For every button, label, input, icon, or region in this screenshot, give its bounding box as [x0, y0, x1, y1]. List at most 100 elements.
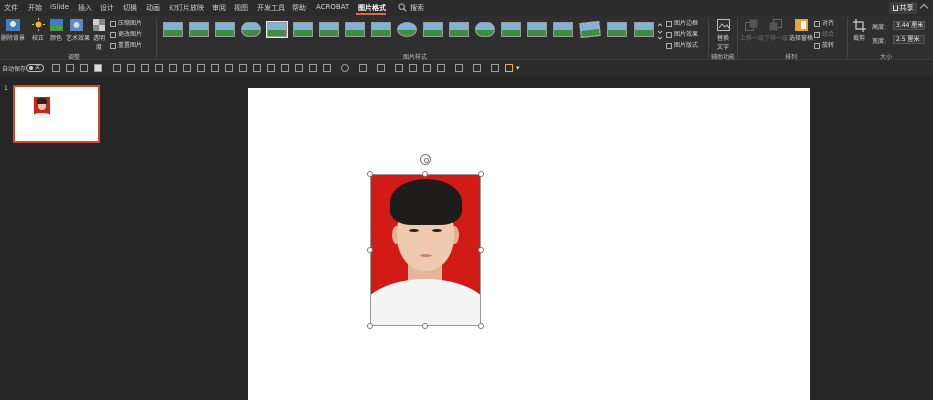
tab-help[interactable]: 帮助	[292, 3, 306, 13]
tab-insert[interactable]: 插入	[78, 3, 92, 13]
qat-tool-9-icon[interactable]	[225, 64, 233, 72]
rotate-button[interactable]: 旋转	[814, 40, 834, 49]
change-picture-button[interactable]: 更改图片	[110, 29, 142, 38]
width-input[interactable]: 2.5 厘米	[893, 35, 925, 44]
slide-thumbnail[interactable]	[13, 85, 100, 143]
tab-home[interactable]: 开始	[28, 3, 42, 13]
align-button[interactable]: 对齐	[814, 18, 834, 27]
crop-button[interactable]: 裁剪	[853, 33, 865, 42]
qat-tool-4-icon[interactable]	[155, 64, 163, 72]
tab-animations[interactable]: 动画	[146, 3, 160, 13]
picture-style-3[interactable]	[215, 22, 235, 37]
picture-style-9[interactable]	[371, 22, 391, 37]
qat-tool-25-icon[interactable]	[473, 64, 481, 72]
resize-handle-top[interactable]	[422, 171, 428, 177]
picture-style-13[interactable]	[475, 22, 495, 37]
picture-layout-button[interactable]: 图片版式	[666, 40, 698, 49]
tab-design[interactable]: 设计	[100, 3, 114, 13]
qat-tool-21-icon[interactable]	[409, 64, 417, 72]
picture-style-8[interactable]	[345, 22, 365, 37]
tab-transitions[interactable]: 切换	[123, 3, 137, 13]
qat-tool-11-icon[interactable]	[253, 64, 261, 72]
autosave-toggle[interactable]: 关	[26, 64, 44, 72]
picture-border-button[interactable]: 图片边框	[666, 18, 698, 27]
tab-picture-format[interactable]: 图片格式	[358, 3, 386, 13]
picture-style-12[interactable]	[449, 22, 469, 37]
compress-pictures-button[interactable]: 压缩图片	[110, 18, 142, 27]
resize-handle-bottom-left[interactable]	[367, 323, 373, 329]
resize-handle-top-left[interactable]	[367, 171, 373, 177]
search-icon[interactable]	[398, 3, 407, 12]
qat-tool-27-icon[interactable]	[505, 64, 513, 72]
transparency-button[interactable]: 透明度	[92, 33, 106, 51]
slide[interactable]	[248, 88, 810, 400]
group-button[interactable]: 组合	[814, 29, 834, 38]
resize-handle-bottom[interactable]	[422, 323, 428, 329]
qat-tool-20-icon[interactable]	[395, 64, 403, 72]
portrait-photo[interactable]	[370, 174, 481, 326]
alt-text-button[interactable]: 替换文字	[716, 33, 730, 51]
picture-style-18[interactable]	[607, 22, 627, 37]
height-input[interactable]: 3.44 厘米	[893, 21, 925, 30]
rotate-handle[interactable]	[420, 154, 431, 165]
bring-forward-button[interactable]: 上移一层	[740, 33, 764, 42]
remove-background-button[interactable]: 删除背景	[1, 33, 25, 42]
picture-style-2[interactable]	[189, 22, 209, 37]
corrections-icon[interactable]	[32, 18, 45, 31]
qat-tool-13-icon[interactable]	[281, 64, 289, 72]
picture-style-14[interactable]	[501, 22, 521, 37]
qat-tool-8-icon[interactable]	[211, 64, 219, 72]
picture-style-16[interactable]	[553, 22, 573, 37]
picture-style-17[interactable]	[579, 20, 601, 39]
picture-style-11[interactable]	[423, 22, 443, 37]
remove-background-icon[interactable]	[6, 19, 20, 31]
gallery-scroll-icon[interactable]	[657, 22, 663, 40]
tab-developer[interactable]: 开发工具	[257, 3, 285, 13]
picture-style-5[interactable]	[266, 21, 288, 38]
tab-file[interactable]: 文件	[4, 3, 18, 13]
qat-tool-6-icon[interactable]	[183, 64, 191, 72]
resize-handle-bottom-right[interactable]	[478, 323, 484, 329]
picture-effects-button[interactable]: 图片效果	[666, 29, 698, 38]
send-backward-button[interactable]: 下移一层	[764, 33, 788, 42]
tab-slideshow[interactable]: 幻灯片放映	[169, 3, 204, 13]
tab-acrobat[interactable]: ACROBAT	[316, 3, 349, 11]
picture-style-15[interactable]	[527, 22, 547, 37]
picture-style-6[interactable]	[293, 22, 313, 37]
present-icon[interactable]	[94, 64, 102, 72]
qat-tool-10-icon[interactable]	[239, 64, 247, 72]
resize-handle-left[interactable]	[367, 247, 373, 253]
qat-tool-22-icon[interactable]	[423, 64, 431, 72]
qat-tool-15-icon[interactable]	[309, 64, 317, 72]
collapse-ribbon-icon[interactable]	[919, 3, 929, 13]
qat-tool-18-icon[interactable]	[359, 64, 367, 72]
picture-style-7[interactable]	[319, 22, 339, 37]
tab-islide[interactable]: iSlide	[50, 3, 69, 11]
color-button[interactable]: 颜色	[50, 33, 62, 42]
picture-style-1[interactable]	[163, 22, 183, 37]
artistic-effects-icon[interactable]	[70, 19, 83, 31]
corrections-button[interactable]: 校正	[32, 33, 44, 42]
qat-tool-1-icon[interactable]	[113, 64, 121, 72]
qat-tool-12-icon[interactable]	[267, 64, 275, 72]
picture-style-19[interactable]	[634, 22, 654, 37]
selection-pane-icon[interactable]	[795, 19, 808, 31]
tab-view[interactable]: 视图	[234, 3, 248, 13]
qat-tool-7-icon[interactable]	[197, 64, 205, 72]
picture-style-4[interactable]	[241, 22, 261, 37]
artistic-effects-button[interactable]: 艺术效果	[66, 33, 90, 42]
tab-review[interactable]: 审阅	[212, 3, 226, 13]
save-icon[interactable]	[52, 64, 60, 72]
qat-tool-24-icon[interactable]	[455, 64, 463, 72]
qat-tool-26-icon[interactable]	[491, 64, 499, 72]
qat-tool-14-icon[interactable]	[295, 64, 303, 72]
qat-tool-17-icon[interactable]	[341, 64, 349, 72]
color-icon[interactable]	[50, 19, 63, 31]
undo-icon[interactable]	[66, 64, 74, 72]
share-button[interactable]: 共享	[889, 2, 917, 14]
picture-style-10[interactable]	[397, 22, 417, 37]
search-label[interactable]: 搜索	[410, 3, 424, 13]
alt-text-icon[interactable]	[717, 19, 730, 31]
qat-customize-icon[interactable]: ▾	[516, 64, 521, 72]
qat-tool-5-icon[interactable]	[169, 64, 177, 72]
